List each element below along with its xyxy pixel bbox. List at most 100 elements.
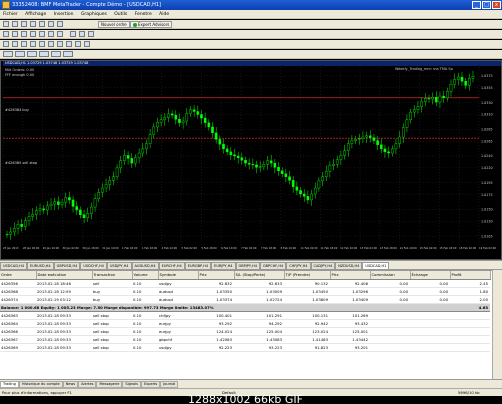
period-m5-button[interactable] <box>15 51 25 57</box>
chart-shift-icon[interactable] <box>57 31 63 37</box>
minimize-button[interactable]: _ <box>472 1 481 9</box>
tab-account-history[interactable]: Historique du compte <box>18 381 63 388</box>
column-header[interactable]: Échange <box>410 271 451 280</box>
autoscroll-icon[interactable] <box>48 31 54 37</box>
chart-tab[interactable]: NZDUSD,H4 <box>335 262 363 269</box>
chart-window[interactable]: USDCAD,H1 1.03729 1.03748 1.03729 1.0374… <box>0 60 502 260</box>
column-header[interactable]: Ordre <box>0 271 37 280</box>
maximize-button[interactable]: □ <box>482 1 491 9</box>
terminal-icon[interactable] <box>48 21 54 27</box>
table-row[interactable]: 4426374 2013.02.19 03:12 buy 0.10 audusd 1.03… <box>0 295 490 304</box>
tab-news[interactable]: News <box>62 381 79 388</box>
menu-insertion[interactable]: Insertion <box>54 12 74 17</box>
horizontal-line-icon[interactable] <box>30 41 36 47</box>
bar-chart-icon[interactable] <box>3 31 9 37</box>
table-row[interactable]: 4426366 2013.02.18 09:33 sell stop 0.10 eurj… <box>0 327 490 336</box>
chart-tab[interactable]: USDCAD,H4 <box>0 262 27 269</box>
tab-journal[interactable]: Journal <box>160 381 179 388</box>
chart-tab[interactable]: EURUSD,H4 <box>26 262 54 269</box>
tab-trading[interactable]: Trading <box>0 381 19 388</box>
table-row[interactable]: 4426368 2013.02.18 12:59 buy 0.10 audusd 1.03… <box>0 287 490 296</box>
profiles-icon[interactable] <box>12 21 18 27</box>
column-header[interactable]: Prix <box>198 271 235 280</box>
close-button[interactable]: x <box>492 1 501 9</box>
column-header[interactable]: T/P (Prendre) <box>284 271 331 280</box>
trendline-icon[interactable] <box>39 41 45 47</box>
label-tool-icon[interactable] <box>75 41 81 47</box>
app-icon <box>2 1 10 9</box>
zoom-in-icon[interactable] <box>30 31 36 37</box>
column-header[interactable]: Symbole <box>158 271 199 280</box>
expert-advisors-button[interactable]: Expert Advisors <box>130 21 173 28</box>
chart-tab[interactable]: GBPJPY,H4 <box>235 262 260 269</box>
column-header[interactable]: Commission <box>370 271 411 280</box>
chart-tab[interactable]: USDCHF,H4 <box>80 262 107 269</box>
tab-mailbox[interactable]: Messagerie <box>96 381 123 388</box>
menu-affichage[interactable]: Affichage <box>25 12 46 17</box>
column-header[interactable]: Volume <box>132 271 159 280</box>
arrows-icon[interactable] <box>84 41 90 47</box>
chart-tab[interactable]: EURCHF,H4 <box>158 262 185 269</box>
chart-tab[interactable]: CHFJPY,H4 <box>286 262 311 269</box>
column-header[interactable]: S/L (Stop/Perte) <box>234 271 285 280</box>
chart-tab[interactable]: EURGBP,H4 <box>184 262 212 269</box>
period-h1-button[interactable] <box>51 51 61 57</box>
table-cell <box>370 343 410 352</box>
tab-alerts[interactable]: Alertes <box>78 381 97 388</box>
new-chart-icon[interactable] <box>3 21 9 27</box>
vertical-line-icon[interactable] <box>21 41 27 47</box>
x-tick-label: 12 Feb 10:00 <box>340 246 357 250</box>
table-row[interactable]: 4426364 2013.02.18 09:33 sell stop 0.10 eurj… <box>0 319 490 328</box>
chart-tab-active[interactable]: USDCAD,H1 <box>362 262 390 269</box>
fibonacci-icon[interactable] <box>57 41 63 47</box>
column-header[interactable]: Profit <box>450 271 491 280</box>
navigator-icon[interactable] <box>39 21 45 27</box>
menu-outils[interactable]: Outils <box>114 12 127 17</box>
candle-body <box>310 193 313 201</box>
column-header[interactable]: Date exécution <box>36 271 93 280</box>
indicators-icon[interactable] <box>70 31 76 37</box>
menu-aide[interactable]: Aide <box>159 12 169 17</box>
chart-tab[interactable]: CADJPY,H4 <box>310 262 336 269</box>
menu-fenetre[interactable]: Fenetre <box>135 12 152 17</box>
candle-body <box>468 78 471 86</box>
cursor-icon[interactable] <box>3 41 9 47</box>
menu-graphiques[interactable]: Graphiques <box>81 12 107 17</box>
line-chart-icon[interactable] <box>21 31 27 37</box>
crosshair-icon[interactable] <box>12 41 18 47</box>
table-row[interactable]: 4426367 2013.02.18 09:33 sell stop 0.10 gbpc… <box>0 335 490 344</box>
market-watch-icon[interactable] <box>21 21 27 27</box>
chart-tab[interactable]: EURJPY,H4 <box>211 262 236 269</box>
table-row[interactable]: 4426356 2013.02.18 18:46 sell 0.10 usdjpy 92.… <box>0 279 490 288</box>
period-m15-button[interactable] <box>27 51 37 57</box>
period-m30-button[interactable] <box>39 51 49 57</box>
templates-icon[interactable] <box>88 31 94 37</box>
column-header[interactable]: Prix <box>330 271 371 280</box>
price-chart[interactable]: 1.0375 1.0355 1.0330 1.0310 1.0285 1.0265 1.02… <box>1 67 501 251</box>
tab-experts[interactable]: Experts <box>140 381 161 388</box>
column-header[interactable]: Transaction <box>92 271 133 280</box>
table-cell: 1.03296 <box>330 287 370 296</box>
candles-icon[interactable] <box>12 31 18 37</box>
text-tool-icon[interactable] <box>66 41 72 47</box>
period-m1-button[interactable] <box>3 51 13 57</box>
periods-icon[interactable] <box>79 31 85 37</box>
terminal-scrollbar[interactable] <box>492 270 502 379</box>
channel-icon[interactable] <box>48 41 54 47</box>
chart-tab[interactable]: USDJPY,H4 <box>106 262 132 269</box>
tester-icon[interactable] <box>57 21 63 27</box>
chart-tab[interactable]: GBPUSD,H4 <box>53 262 81 269</box>
tab-signals[interactable]: Signals <box>122 381 141 388</box>
balance-row[interactable]: Balance: 1 000.68 Equity: 1 005.23 Marge… <box>0 302 490 312</box>
period-h4-button[interactable] <box>63 51 73 57</box>
candle-body <box>383 148 387 153</box>
data-window-icon[interactable] <box>30 21 36 27</box>
table-cell: gbpchf <box>158 335 198 344</box>
chart-tab[interactable]: GBPCHF,H4 <box>259 262 287 269</box>
chart-tab[interactable]: AUDUSD,H4 <box>131 262 159 269</box>
zoom-out-icon[interactable] <box>39 31 45 37</box>
new-order-button[interactable]: Nouvel ordre <box>98 21 130 28</box>
table-row[interactable]: 4426369 2013.02.18 09:33 sell stop 0.10 usdj… <box>0 343 490 352</box>
table-row[interactable]: 4426363 2013.02.18 09:33 sell stop 0.10 chfj… <box>0 311 490 320</box>
menu-fichier[interactable]: Fichier <box>3 12 18 17</box>
